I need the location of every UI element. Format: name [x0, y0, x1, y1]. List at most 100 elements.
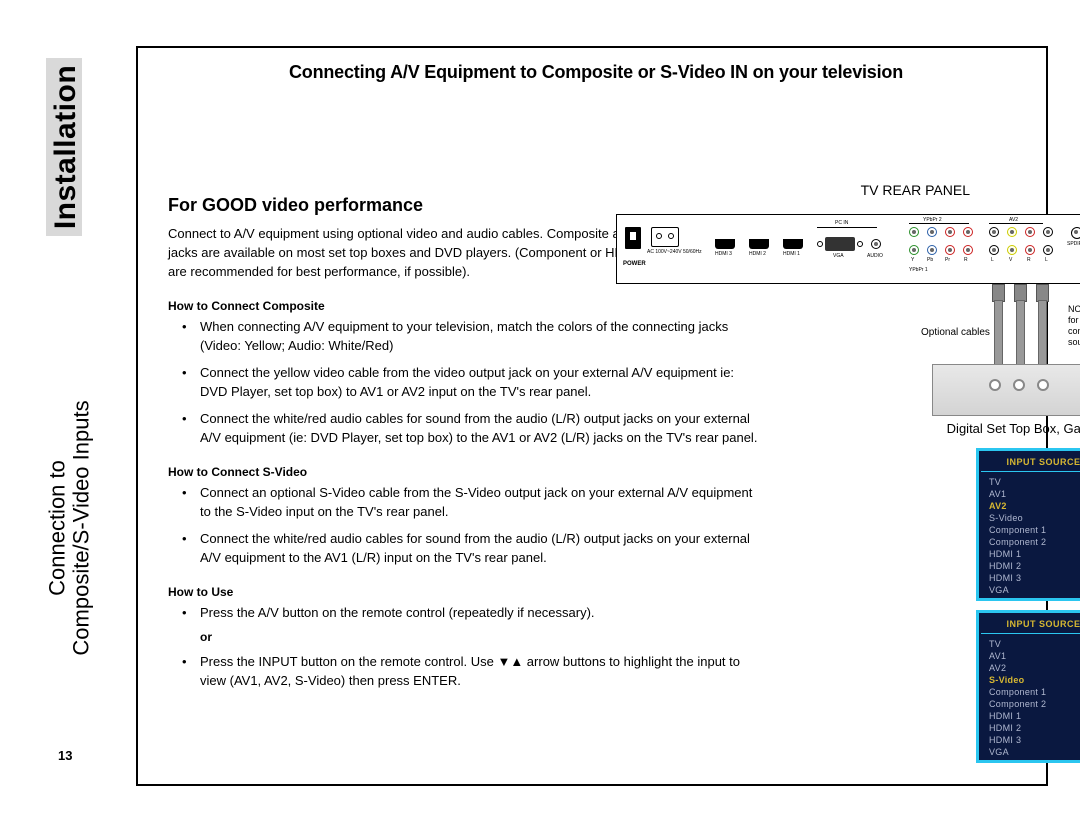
label-pr: Pr	[945, 257, 950, 263]
optional-cables-label: Optional cables	[921, 327, 990, 338]
sidebar: Installation Connection to Composite/S-V…	[46, 46, 96, 786]
input-item: HDMI 2	[981, 560, 1080, 572]
jack-av1-r	[1025, 245, 1035, 255]
howtouse-list-2: Press the INPUT button on the remote con…	[168, 652, 758, 690]
input-item: AV1	[981, 650, 1080, 662]
label-power: POWER	[623, 261, 646, 267]
label-y: Y	[911, 257, 914, 263]
jack-pb2	[927, 227, 937, 237]
label-pcin: PC IN	[835, 220, 848, 226]
sidebar-subtitle: Connection to Composite/S-Video Inputs	[46, 400, 94, 655]
rear-panel-diagram: POWER AC 100V~240V 50/60Hz HDMI 3 HDMI 2…	[616, 214, 1080, 284]
input-item: HDMI 1	[981, 548, 1080, 560]
jack-av2-l2	[1043, 227, 1053, 237]
howtouse-bullet-2: Press the INPUT button on the remote con…	[168, 652, 758, 690]
section-heading: For GOOD video performance	[168, 195, 1024, 216]
input-item: HDMI 3	[981, 734, 1080, 746]
svideo-bullet-1: Connect an optional S-Video cable from t…	[168, 483, 758, 521]
input-item: HDMI 2	[981, 722, 1080, 734]
howtouse-heading: How to Use	[168, 585, 1024, 599]
input-item: Component 2	[981, 698, 1080, 710]
page-number: 13	[58, 748, 72, 763]
stb-jack-2	[1013, 379, 1025, 391]
jack-pr2	[945, 227, 955, 237]
jack-av1-l2	[1043, 245, 1053, 255]
stb-jack-3	[1037, 379, 1049, 391]
input-item: AV2	[981, 500, 1080, 512]
label-r: R	[964, 257, 968, 263]
label-hdmi3: HDMI 3	[715, 251, 732, 257]
input-item: HDMI 1	[981, 710, 1080, 722]
cable-1	[994, 300, 1003, 366]
sidebar-subtitle-line2: Composite/S-Video Inputs	[69, 400, 94, 655]
vga-screw-left	[817, 241, 823, 247]
howtouse-list-1: Press the A/V button on the remote contr…	[168, 603, 758, 622]
jack-y2	[909, 227, 919, 237]
label-vga: VGA	[833, 253, 844, 259]
label-pb: Pb	[927, 257, 933, 263]
input-item: Component 1	[981, 524, 1080, 536]
svideo-note: NOTE: An S-Video cable is for video only…	[1068, 304, 1080, 348]
input-menu-items-bottom: TVAV1AV2S-VideoComponent 1Component 2HDM…	[981, 638, 1080, 758]
label-ypbpr2: YPbPr 2	[923, 217, 942, 223]
jack-spdif	[1071, 227, 1080, 239]
svideo-list: Connect an optional S-Video cable from t…	[168, 483, 758, 567]
input-item: VGA	[981, 584, 1080, 596]
jack-av2-v	[1007, 227, 1017, 237]
svideo-heading: How to Connect S-Video	[168, 465, 1024, 479]
label-r2: R	[1027, 257, 1031, 263]
hdmi2-port-icon	[749, 239, 769, 249]
av2-bracket	[989, 223, 1043, 224]
input-item: S-Video	[981, 674, 1080, 686]
howtouse-bullet-1: Press the A/V button on the remote contr…	[168, 603, 758, 622]
composite-bullet-1: When connecting A/V equipment to your te…	[168, 317, 758, 355]
power-switch-icon	[625, 227, 641, 249]
jack-pb1	[927, 245, 937, 255]
input-item: TV	[981, 638, 1080, 650]
label-hdmi1: HDMI 1	[783, 251, 800, 257]
pc-in-bracket	[817, 227, 877, 228]
input-menu-items-top: TVAV1AV2S-VideoComponent 1Component 2HDM…	[981, 476, 1080, 596]
svideo-bullet-2: Connect the white/red audio cables for s…	[168, 529, 758, 567]
set-top-box-diagram	[932, 364, 1080, 416]
label-v: V	[1009, 257, 1012, 263]
jack-r2a	[963, 227, 973, 237]
input-item: AV1	[981, 488, 1080, 500]
input-menu-header-top: INPUT SOURCE	[981, 453, 1080, 472]
label-l: L	[991, 257, 994, 263]
input-item: S-Video	[981, 512, 1080, 524]
label-hdmi2: HDMI 2	[749, 251, 766, 257]
label-spdif: SPDIF	[1067, 241, 1080, 247]
content: Connecting A/V Equipment to Composite or…	[168, 62, 1024, 698]
cable-2	[1016, 300, 1025, 366]
jack-av1-l	[989, 245, 999, 255]
composite-bullet-3: Connect the white/red audio cables for s…	[168, 409, 758, 447]
input-item: VGA	[981, 746, 1080, 758]
jack-pr1	[945, 245, 955, 255]
jack-av2-r	[1025, 227, 1035, 237]
audio-jack-icon	[871, 239, 881, 249]
or-label: or	[168, 630, 1024, 644]
sidebar-subtitle-line1: Connection to	[45, 460, 70, 596]
cable-3	[1038, 300, 1047, 366]
sidebar-title: Installation	[49, 65, 83, 229]
main-heading: Connecting A/V Equipment to Composite or…	[168, 62, 1024, 83]
set-top-box-label: Digital Set Top Box, Gaming Console	[916, 421, 1080, 436]
rear-panel-label: TV REAR PANEL	[861, 182, 970, 198]
input-source-menu-bottom: INPUT SOURCE TVAV1AV2S-VideoComponent 1C…	[976, 610, 1080, 763]
ac-inlet-icon	[651, 227, 679, 247]
label-audio: AUDIO	[867, 253, 883, 259]
jack-av1-v	[1007, 245, 1017, 255]
composite-bullet-2: Connect the yellow video cable from the …	[168, 363, 758, 401]
ypbpr2-bracket	[909, 223, 969, 224]
vga-port-icon	[825, 237, 855, 251]
input-item: TV	[981, 476, 1080, 488]
input-source-menu-top: INPUT SOURCE TVAV1AV2S-VideoComponent 1C…	[976, 448, 1080, 601]
input-item: Component 1	[981, 686, 1080, 698]
input-item: HDMI 3	[981, 572, 1080, 584]
input-item: Component 2	[981, 536, 1080, 548]
stb-jack-1	[989, 379, 1001, 391]
hdmi1-port-icon	[783, 239, 803, 249]
jack-r1a	[963, 245, 973, 255]
hdmi3-port-icon	[715, 239, 735, 249]
